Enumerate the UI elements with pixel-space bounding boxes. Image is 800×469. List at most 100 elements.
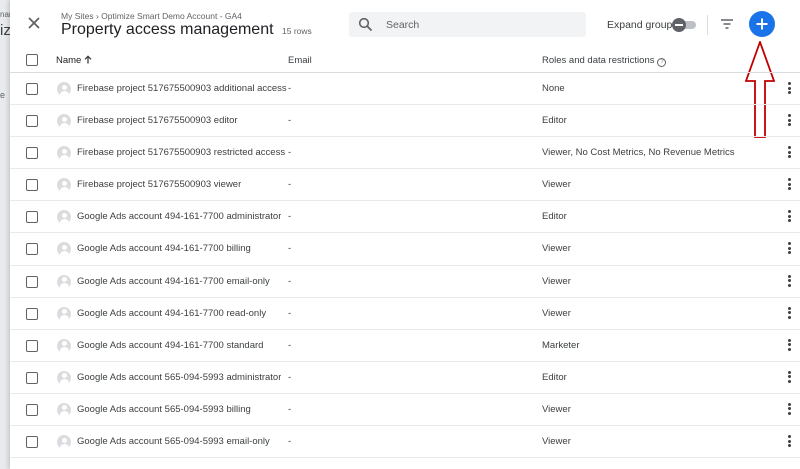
sort-ascending-icon [84, 55, 92, 64]
user-roles: Viewer [542, 275, 571, 287]
table-row[interactable]: Google Ads account 494-161-7700 read-onl… [10, 298, 800, 330]
user-email: - [288, 339, 292, 351]
title-area: Property access management 15 rows [61, 21, 312, 39]
row-checkbox[interactable] [26, 211, 38, 224]
table-row[interactable]: Google Ads account 494-161-7700 standard… [10, 330, 800, 362]
user-name: Firebase project 517675500903 restricted… [77, 147, 286, 159]
more-vert-icon[interactable] [786, 370, 792, 385]
user-name: Firebase project 517675500903 editor [77, 115, 238, 127]
table-row[interactable]: Firebase project 517675500903 editor - Edi… [10, 105, 800, 138]
avatar-icon [57, 178, 71, 193]
more-vert-icon[interactable] [786, 146, 792, 160]
expand-groups-label: Expand groups [607, 19, 678, 31]
user-email: - [288, 115, 292, 127]
row-checkbox[interactable] [26, 307, 38, 320]
table-row[interactable]: Google Ads account 494-161-7700 billing -… [10, 233, 800, 266]
more-vert-icon[interactable] [786, 402, 792, 417]
user-name: Google Ads account 494-161-7700 standard [77, 339, 264, 351]
table-row[interactable]: Google Ads account 565-094-5993 administ… [10, 362, 800, 394]
table-row[interactable]: Google Ads account 565-094-5993 billing -… [10, 394, 800, 427]
row-checkbox[interactable] [26, 371, 38, 384]
add-user-button[interactable] [749, 11, 775, 37]
user-email: - [288, 179, 292, 191]
user-email: - [288, 307, 292, 319]
background-text: e [0, 90, 6, 100]
table-row[interactable]: Google Ads account 494-161-7700 email-on… [10, 266, 800, 298]
table-header: Name Email Roles and data restrictions? [10, 46, 800, 73]
user-email: - [288, 275, 292, 287]
search-placeholder: Search [386, 19, 420, 31]
row-checkbox[interactable] [26, 115, 38, 128]
column-header-email[interactable]: Email [288, 55, 312, 66]
user-roles: Viewer [542, 179, 571, 191]
user-name: Google Ads account 565-094-5993 administ… [77, 371, 282, 383]
row-checkbox[interactable] [26, 436, 38, 449]
search-icon [358, 17, 373, 32]
background-page: nar iz e [0, 0, 10, 469]
row-checkbox[interactable] [26, 275, 38, 288]
user-name: Google Ads account 494-161-7700 read-onl… [77, 307, 267, 319]
more-vert-icon[interactable] [786, 274, 792, 289]
user-email: - [288, 371, 292, 383]
more-vert-icon[interactable] [786, 178, 792, 192]
user-name: Google Ads account 494-161-7700 administ… [77, 211, 282, 223]
close-icon[interactable] [25, 14, 43, 32]
user-roles: Viewer [542, 243, 571, 255]
toggle-knob [672, 18, 686, 32]
row-checkbox[interactable] [26, 243, 38, 256]
user-roles: Editor [542, 371, 567, 383]
user-name: Google Ads account 494-161-7700 email-on… [77, 275, 270, 287]
help-icon[interactable]: ? [657, 58, 667, 67]
row-checkbox[interactable] [26, 179, 38, 192]
panel-header: My Sites › Optimize Smart Demo Account -… [10, 0, 800, 46]
more-vert-icon[interactable] [786, 435, 792, 449]
more-vert-icon[interactable] [786, 82, 792, 96]
avatar-icon [57, 242, 71, 257]
user-roles: Marketer [542, 339, 580, 351]
table-row[interactable]: Google Ads account 494-161-7700 administ… [10, 201, 800, 234]
background-text: iz [0, 22, 10, 39]
user-name: Firebase project 517675500903 additional… [77, 83, 287, 94]
user-roles: None [542, 83, 565, 94]
row-checkbox[interactable] [26, 83, 38, 95]
column-roles-label: Roles and data restrictions [542, 55, 655, 66]
filter-icon[interactable] [719, 16, 735, 32]
avatar-icon [57, 306, 71, 321]
more-vert-icon[interactable] [786, 306, 792, 321]
more-vert-icon[interactable] [786, 210, 792, 224]
expand-groups-toggle[interactable] [672, 18, 696, 32]
user-email: - [288, 403, 292, 415]
select-all-checkbox[interactable] [26, 54, 38, 66]
table-row[interactable]: Firebase project 517675500903 restricted… [10, 137, 800, 170]
avatar-icon [57, 370, 71, 385]
more-vert-icon[interactable] [786, 338, 792, 353]
more-vert-icon[interactable] [786, 114, 792, 128]
column-header-roles[interactable]: Roles and data restrictions? [542, 55, 667, 67]
search-input[interactable]: Search [349, 12, 586, 37]
row-count: 15 rows [282, 26, 312, 36]
user-roles: Editor [542, 115, 567, 127]
background-text: nar [0, 10, 10, 19]
table-row[interactable]: Firebase project 517675500903 viewer - Vie… [10, 169, 800, 202]
user-email: - [288, 243, 292, 255]
avatar-icon [57, 435, 71, 450]
table-row[interactable]: Google Ads account 565-094-5993 email-on… [10, 426, 800, 459]
avatar-icon [57, 114, 71, 129]
avatar-icon [57, 210, 71, 225]
column-header-name[interactable]: Name [56, 55, 92, 66]
table-row[interactable]: Firebase project 517675500903 additional… [10, 73, 800, 106]
user-email: - [288, 147, 292, 159]
more-vert-icon[interactable] [786, 242, 792, 256]
row-checkbox[interactable] [26, 403, 38, 416]
page-title: Property access management [61, 21, 274, 38]
row-checkbox[interactable] [26, 339, 38, 352]
breadcrumb[interactable]: My Sites › Optimize Smart Demo Account -… [61, 11, 242, 21]
user-name: Google Ads account 565-094-5993 email-on… [77, 436, 270, 448]
user-roles: Viewer [542, 307, 571, 319]
user-email: - [288, 436, 292, 448]
avatar-icon [57, 146, 71, 161]
avatar-icon [57, 338, 71, 353]
avatar-icon [57, 274, 71, 289]
user-name: Google Ads account 494-161-7700 billing [77, 243, 251, 255]
row-checkbox[interactable] [26, 147, 38, 160]
